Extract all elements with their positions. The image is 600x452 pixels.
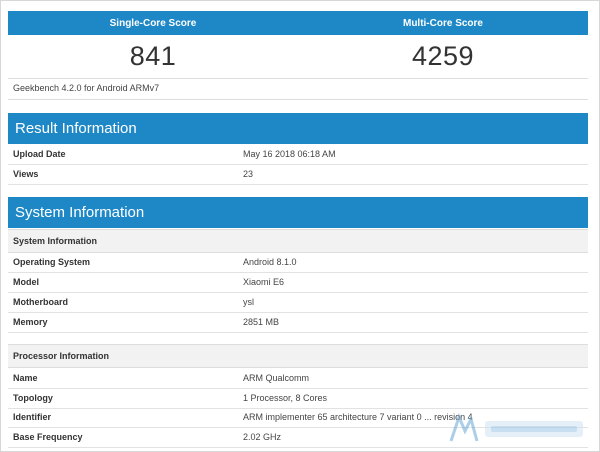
- score-header: Single-Core Score Multi-Core Score: [8, 11, 588, 35]
- row-value: Xiaomi E6: [243, 277, 285, 287]
- system-info-header: System Information: [8, 197, 588, 228]
- result-info-header: Result Information: [8, 113, 588, 144]
- row-value: ysl: [243, 297, 254, 307]
- subheader-label: Processor Information: [13, 351, 110, 361]
- page-frame: Single-Core Score Multi-Core Score 841 4…: [0, 0, 600, 452]
- table-row: Name ARM Qualcomm: [8, 368, 588, 389]
- result-info-title: Result Information: [15, 120, 137, 137]
- row-value: May 16 2018 06:18 AM: [243, 149, 336, 159]
- system-info-subheader: System Information: [8, 229, 588, 253]
- table-row: Memory 2851 MB: [8, 312, 588, 333]
- row-key: Name: [13, 373, 38, 383]
- version-text: Geekbench 4.2.0 for Android ARMv7: [13, 83, 160, 93]
- version-bar: Geekbench 4.2.0 for Android ARMv7: [8, 78, 588, 100]
- row-key: Base Frequency: [13, 432, 83, 442]
- row-value: 23: [243, 169, 254, 179]
- processor-info-subheader: Processor Information: [8, 344, 588, 368]
- row-value: 2.02 GHz: [243, 432, 282, 442]
- table-row: Model Xiaomi E6: [8, 272, 588, 293]
- row-key: Memory: [13, 317, 48, 327]
- single-core-score: 841: [129, 40, 177, 71]
- row-key: Operating System: [13, 257, 91, 267]
- row-value: ARM Qualcomm: [243, 373, 310, 383]
- row-key: Upload Date: [13, 149, 66, 159]
- table-row: Operating System Android 8.1.0: [8, 252, 588, 273]
- subheader-label: System Information: [13, 236, 98, 246]
- row-value: 2851 MB: [243, 317, 280, 327]
- row-value: ARM implementer 65 architecture 7 varian…: [243, 412, 473, 422]
- row-value: 1 Processor, 8 Cores: [243, 393, 328, 403]
- single-core-label: Single-Core Score: [109, 17, 197, 29]
- table-row: Motherboard ysl: [8, 292, 588, 313]
- score-values: 841 4259: [8, 35, 588, 77]
- row-key: Topology: [13, 393, 53, 403]
- row-key: Model: [13, 277, 39, 287]
- row-value: Android 8.1.0: [243, 257, 297, 267]
- multi-core-label: Multi-Core Score: [402, 17, 483, 29]
- row-key: Views: [13, 169, 39, 179]
- row-key: Identifier: [13, 412, 52, 422]
- multi-core-score: 4259: [411, 40, 475, 71]
- table-row: Topology 1 Processor, 8 Cores: [8, 388, 588, 409]
- table-row: Views 23: [8, 164, 588, 185]
- system-info-title: System Information: [15, 204, 145, 221]
- watermark-logo-icon: [449, 412, 583, 442]
- row-key: Motherboard: [13, 297, 68, 307]
- table-row: Upload Date May 16 2018 06:18 AM: [8, 144, 588, 165]
